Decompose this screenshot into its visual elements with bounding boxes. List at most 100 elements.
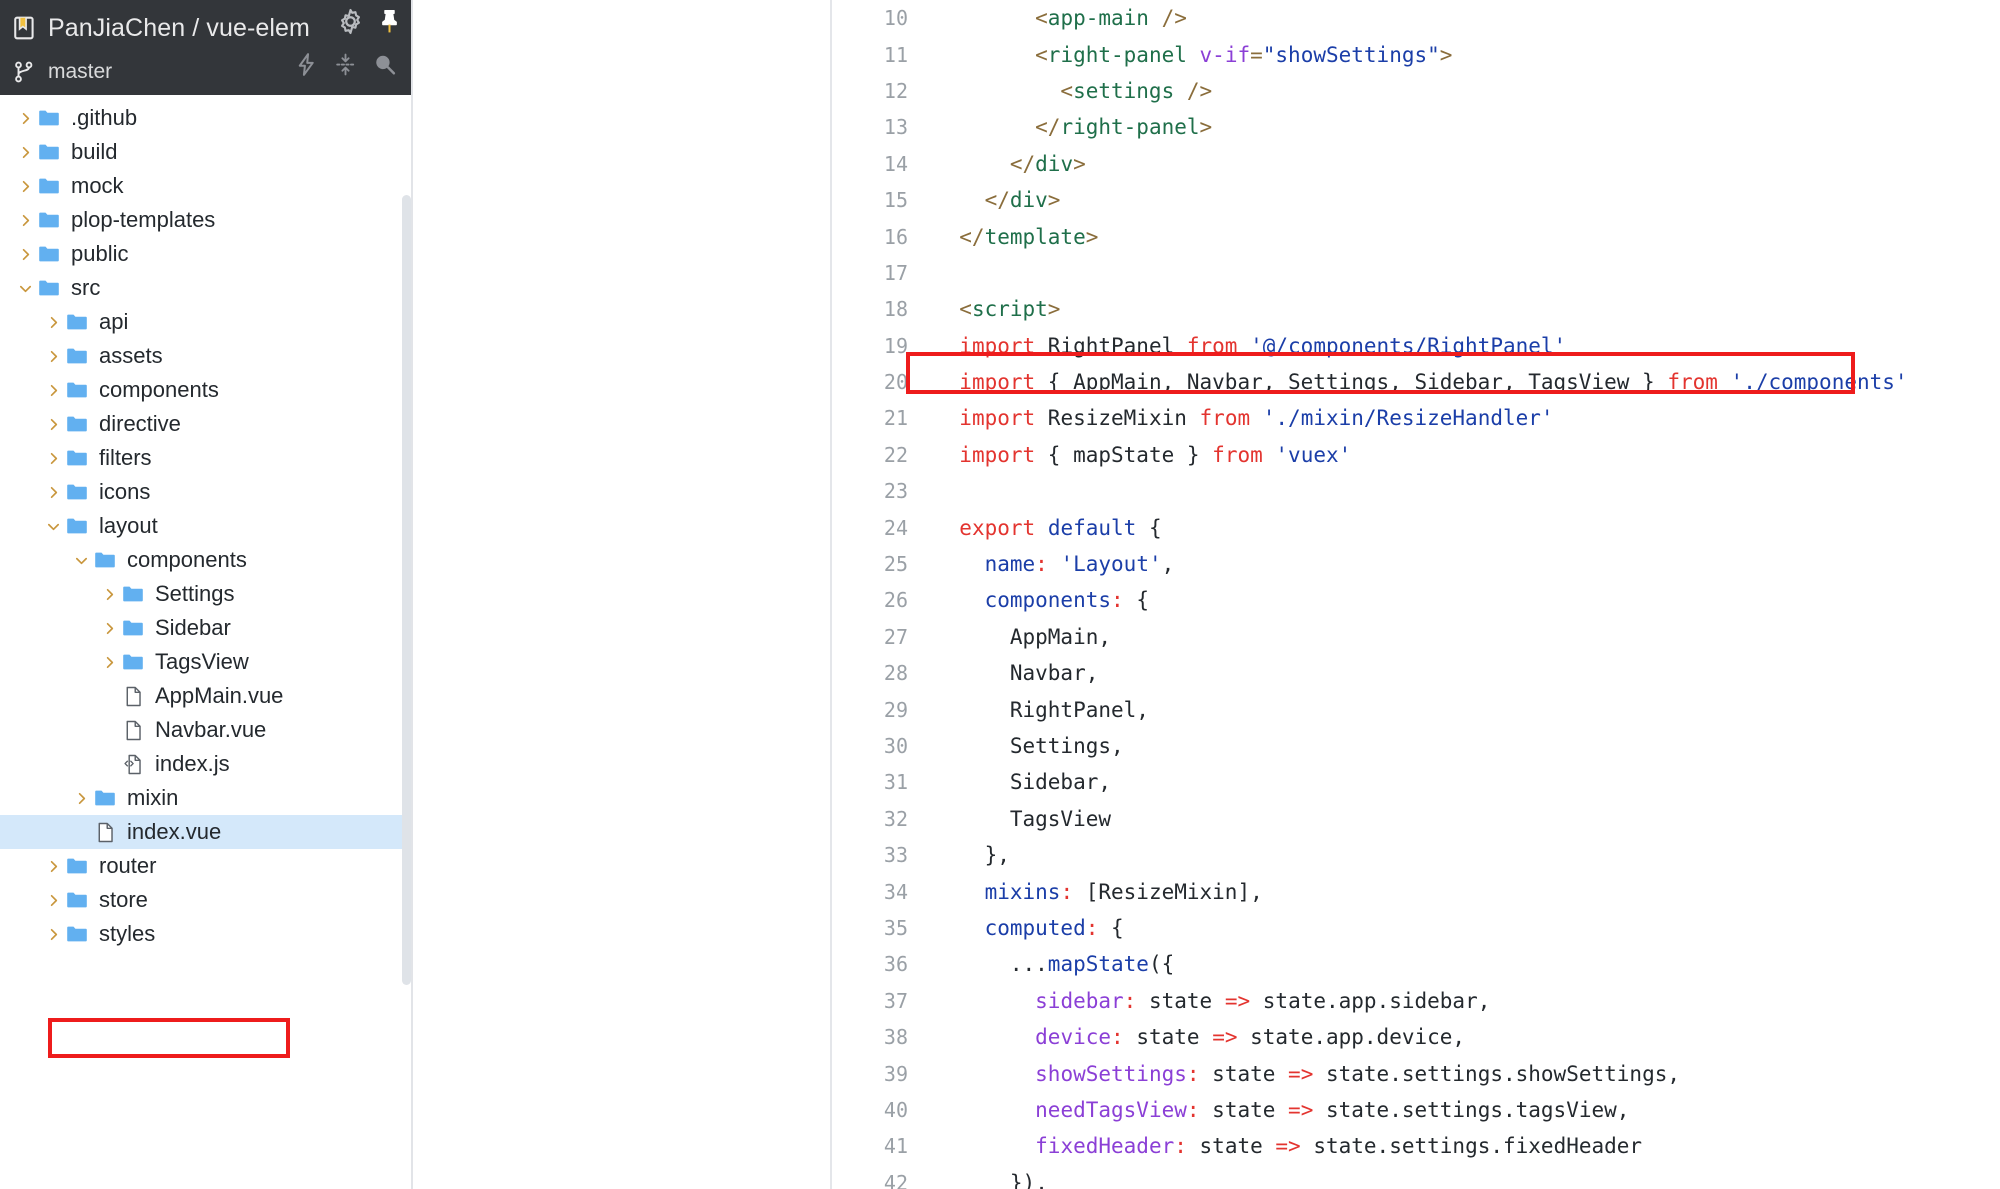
tree-folder-row[interactable]: router xyxy=(0,849,411,883)
file-tree[interactable]: .github build mock plop-templates public src a… xyxy=(0,95,411,1189)
code-line[interactable]: 27 AppMain, xyxy=(834,619,2000,655)
code-line[interactable]: 41 fixedHeader: state => state.settings.… xyxy=(834,1128,2000,1164)
chevron-right-icon[interactable] xyxy=(42,485,64,500)
chevron-right-icon[interactable] xyxy=(42,893,64,908)
search-icon[interactable] xyxy=(372,52,397,77)
code-line[interactable]: 33 }, xyxy=(834,837,2000,873)
file-explorer-sidebar: PanJiaChen / vue-elem master .github bui… xyxy=(0,0,413,1189)
tree-folder-row[interactable]: layout xyxy=(0,509,411,543)
chevron-down-icon[interactable] xyxy=(14,281,36,296)
tree-folder-row[interactable]: styles xyxy=(0,917,411,951)
tree-folder-row[interactable]: components xyxy=(0,373,411,407)
chevron-right-icon[interactable] xyxy=(98,621,120,636)
code-line[interactable]: 17 xyxy=(834,255,2000,291)
tree-folder-row[interactable]: TagsView xyxy=(0,645,411,679)
code-line[interactable]: 11 <right-panel v-if="showSettings"> xyxy=(834,36,2000,72)
chevron-right-icon[interactable] xyxy=(42,315,64,330)
chevron-right-icon[interactable] xyxy=(14,145,36,160)
code-line[interactable]: 36 ...mapState({ xyxy=(834,946,2000,982)
code-line[interactable]: 15 </div> xyxy=(834,182,2000,218)
code-line[interactable]: 23 xyxy=(834,473,2000,509)
chevron-down-icon[interactable] xyxy=(42,519,64,534)
code-line[interactable]: 21 import ResizeMixin from './mixin/Resi… xyxy=(834,400,2000,436)
code-line[interactable]: 29 RightPanel, xyxy=(834,691,2000,727)
tree-file-row[interactable]: AppMain.vue xyxy=(0,679,411,713)
chevron-right-icon[interactable] xyxy=(42,383,64,398)
tree-file-row[interactable]: index.vue xyxy=(0,815,411,849)
tree-folder-row[interactable]: public xyxy=(0,237,411,271)
code-line[interactable]: 32 TagsView xyxy=(834,801,2000,837)
line-number: 15 xyxy=(883,188,908,213)
chevron-right-icon[interactable] xyxy=(42,417,64,432)
tree-item-label: TagsView xyxy=(155,649,249,674)
pin-icon[interactable] xyxy=(376,8,403,35)
tree-folder-row[interactable]: mock xyxy=(0,169,411,203)
collapse-all-icon[interactable] xyxy=(333,52,358,77)
chevron-right-icon[interactable] xyxy=(42,451,64,466)
code-line[interactable]: 10 <app-main /> xyxy=(834,0,2000,36)
chevron-right-icon[interactable] xyxy=(42,927,64,942)
code-line[interactable]: 18 <script> xyxy=(834,291,2000,327)
tree-folder-row[interactable]: api xyxy=(0,305,411,339)
chevron-down-icon[interactable] xyxy=(70,553,92,568)
chevron-right-icon[interactable] xyxy=(98,587,120,602)
code-line[interactable]: 38 device: state => state.app.device, xyxy=(834,1019,2000,1055)
line-number: 33 xyxy=(883,843,908,868)
code-line[interactable]: 16 </template> xyxy=(834,218,2000,254)
line-number: 13 xyxy=(883,115,908,140)
tree-folder-row[interactable]: plop-templates xyxy=(0,203,411,237)
tree-folder-row[interactable]: components xyxy=(0,543,411,577)
line-number: 42 xyxy=(883,1170,908,1189)
tree-folder-row[interactable]: Settings xyxy=(0,577,411,611)
chevron-right-icon[interactable] xyxy=(14,179,36,194)
code-line[interactable]: 24 export default { xyxy=(834,509,2000,545)
chevron-right-icon[interactable] xyxy=(14,247,36,262)
tree-folder-row[interactable]: icons xyxy=(0,475,411,509)
code-line[interactable]: 25 name: 'Layout', xyxy=(834,546,2000,582)
sidebar-scrollbar[interactable] xyxy=(402,195,411,985)
code-editor-pane[interactable]: 10 <app-main /> 11 <right-panel v-if="sho… xyxy=(834,0,2000,1189)
code-line[interactable]: 22 import { mapState } from 'vuex' xyxy=(834,437,2000,473)
chevron-right-icon[interactable] xyxy=(42,349,64,364)
line-number: 11 xyxy=(883,42,908,67)
code-line[interactable]: 14 </div> xyxy=(834,146,2000,182)
chevron-right-icon[interactable] xyxy=(14,111,36,126)
tree-folder-row[interactable]: store xyxy=(0,883,411,917)
code-line[interactable]: 28 Navbar, xyxy=(834,655,2000,691)
tree-folder-row[interactable]: filters xyxy=(0,441,411,475)
tree-folder-row[interactable]: .github xyxy=(0,101,411,135)
chevron-right-icon[interactable] xyxy=(70,791,92,806)
chevron-right-icon[interactable] xyxy=(14,213,36,228)
code-line[interactable]: 40 needTagsView: state => state.settings… xyxy=(834,1092,2000,1128)
code-line[interactable]: 34 mixins: [ResizeMixin], xyxy=(834,873,2000,909)
tree-folder-row[interactable]: mixin xyxy=(0,781,411,815)
code-line[interactable]: 13 </right-panel> xyxy=(834,109,2000,145)
chevron-right-icon[interactable] xyxy=(42,859,64,874)
code-line[interactable]: 37 sidebar: state => state.app.sidebar, xyxy=(834,983,2000,1019)
tree-file-row[interactable]: Navbar.vue xyxy=(0,713,411,747)
code-line[interactable]: 26 components: { xyxy=(834,582,2000,618)
tree-folder-row[interactable]: Sidebar xyxy=(0,611,411,645)
line-number: 40 xyxy=(883,1097,908,1122)
code-line[interactable]: 35 computed: { xyxy=(834,910,2000,946)
tree-item-label: components xyxy=(99,377,219,402)
code-line[interactable]: 31 Sidebar, xyxy=(834,764,2000,800)
tree-file-row[interactable]: index.js xyxy=(0,747,411,781)
code-line[interactable]: 39 showSettings: state => state.settings… xyxy=(834,1055,2000,1091)
tree-folder-row[interactable]: directive xyxy=(0,407,411,441)
code-text: Navbar, xyxy=(934,661,1099,686)
tree-folder-row[interactable]: src xyxy=(0,271,411,305)
chevron-right-icon[interactable] xyxy=(98,655,120,670)
code-line[interactable]: 20 import { AppMain, Navbar, Settings, S… xyxy=(834,364,2000,400)
code-line[interactable]: 42 }), xyxy=(834,1165,2000,1189)
code-text: }, xyxy=(934,843,1010,868)
code-line[interactable]: 12 <settings /> xyxy=(834,73,2000,109)
code-line[interactable]: 30 Settings, xyxy=(834,728,2000,764)
tree-folder-row[interactable]: build xyxy=(0,135,411,169)
tree-folder-row[interactable]: assets xyxy=(0,339,411,373)
lightning-icon[interactable] xyxy=(294,52,319,77)
gear-icon[interactable] xyxy=(337,8,364,35)
line-number: 12 xyxy=(883,78,908,103)
code-line[interactable]: 19 import RightPanel from '@/components/… xyxy=(834,328,2000,364)
tree-item-label: Sidebar xyxy=(155,615,231,640)
